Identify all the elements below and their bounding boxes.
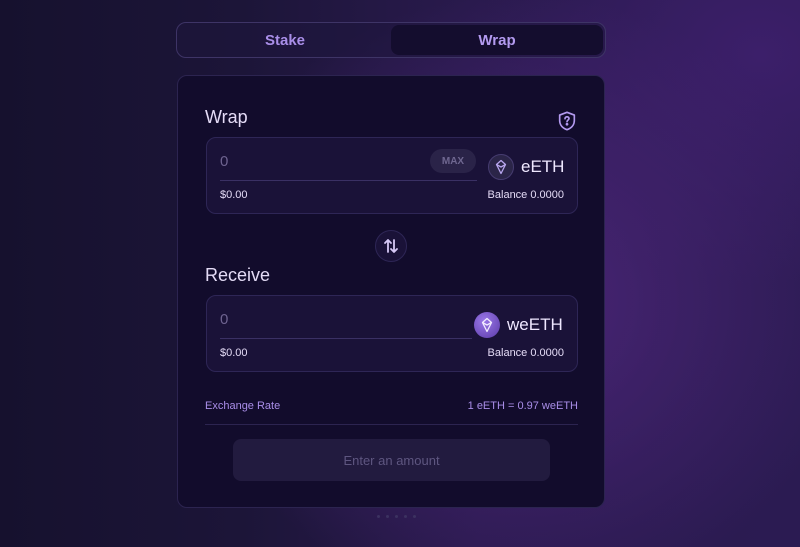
receive-input-box: weETH $0.00 Balance 0.0000 xyxy=(206,295,578,372)
dot xyxy=(413,515,416,518)
wrap-input-box: MAX eETH $0.00 Balance 0.0000 xyxy=(206,137,578,214)
max-button[interactable]: MAX xyxy=(430,149,476,173)
eeth-icon xyxy=(488,154,514,180)
tab-wrap[interactable]: Wrap xyxy=(391,25,603,55)
usd-value: $0.00 xyxy=(220,189,248,201)
receive-amount-input[interactable] xyxy=(220,307,420,331)
swap-direction-button[interactable] xyxy=(375,230,407,262)
input-underline xyxy=(220,338,472,339)
swap-arrows-icon xyxy=(384,239,398,253)
receive-title: Receive xyxy=(205,265,271,285)
token-selector-eeth[interactable]: eETH xyxy=(488,154,564,180)
weeth-icon xyxy=(474,312,500,338)
divider xyxy=(205,424,578,425)
input-underline xyxy=(220,180,477,181)
exchange-rate-row: Exchange Rate 1 eETH = 0.97 weETH xyxy=(205,400,578,412)
tab-stake[interactable]: Stake xyxy=(179,25,391,55)
mode-tabs: Stake Wrap xyxy=(176,22,606,58)
balance-text: Balance 0.0000 xyxy=(487,347,564,359)
token-selector-weeth[interactable]: weETH xyxy=(474,312,563,338)
dot xyxy=(377,515,380,518)
dot xyxy=(395,515,398,518)
loading-dots xyxy=(377,515,416,518)
exchange-rate-value: 1 eETH = 0.97 weETH xyxy=(467,400,578,412)
token-symbol: weETH xyxy=(507,315,563,334)
wrap-title: Wrap xyxy=(205,107,248,127)
shield-question-icon[interactable] xyxy=(556,110,578,132)
dot xyxy=(386,515,389,518)
exchange-rate-label: Exchange Rate xyxy=(205,400,281,412)
balance-text: Balance 0.0000 xyxy=(487,189,564,201)
token-symbol: eETH xyxy=(521,157,565,176)
submit-button[interactable]: Enter an amount xyxy=(233,439,550,481)
usd-value: $0.00 xyxy=(220,347,248,359)
dot xyxy=(404,515,407,518)
wrap-amount-input[interactable] xyxy=(220,149,420,173)
wrap-card: Wrap MAX eETH $0.00 Balance 0.0000 Rece xyxy=(177,75,605,508)
